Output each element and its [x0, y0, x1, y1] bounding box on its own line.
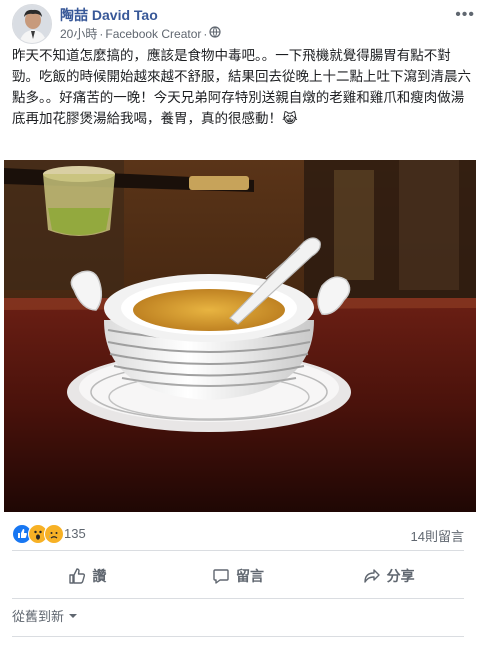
more-icon[interactable]: ••• [455, 6, 475, 24]
share-icon [363, 569, 380, 583]
post-time[interactable]: 20小時 [60, 25, 97, 42]
meta-separator: · [203, 26, 208, 41]
author-name[interactable]: 陶喆 David Tao [60, 5, 158, 25]
comment-composer-edge [12, 636, 464, 650]
avatar[interactable] [12, 4, 52, 44]
author-role: Facebook Creator [105, 26, 202, 41]
soup-tureen-photo[interactable] [4, 160, 476, 512]
divider [12, 550, 464, 551]
caret-down-icon [69, 613, 78, 618]
post-header: 陶喆 David Tao 20小時 · Facebook Creator · •… [12, 4, 475, 44]
like-label: 讚 [92, 568, 107, 584]
comment-icon [213, 569, 229, 584]
comments-count[interactable]: 14則留言 [411, 526, 464, 545]
sort-label: 從舊到新 [12, 609, 65, 624]
divider [12, 598, 464, 599]
sad-icon [44, 524, 64, 544]
meta-separator: · [99, 26, 104, 41]
like-button[interactable]: 讚 [12, 556, 163, 596]
share-label: 分享 [386, 568, 415, 584]
post-actions: 讚 留言 分享 [12, 556, 464, 596]
reaction-count[interactable]: 135 [64, 526, 86, 541]
reaction-icons[interactable] [12, 524, 64, 544]
post-text: 昨天不知道怎麼搞的，應該是食物中毒吧。。一下飛機就覺得腸胃有點不對勁。吃飯的時候… [12, 48, 471, 126]
thumbs-up-icon [69, 568, 86, 584]
post-meta: 20小時 · Facebook Creator · [60, 25, 222, 42]
share-button[interactable]: 分享 [313, 556, 464, 596]
comments-sort-selector[interactable]: 從舊到新 [12, 606, 78, 625]
comment-button[interactable]: 留言 [163, 556, 314, 596]
comment-label: 留言 [236, 568, 264, 584]
reactions-bar: 135 14則留言 [12, 524, 464, 544]
globe-icon[interactable] [209, 26, 222, 41]
